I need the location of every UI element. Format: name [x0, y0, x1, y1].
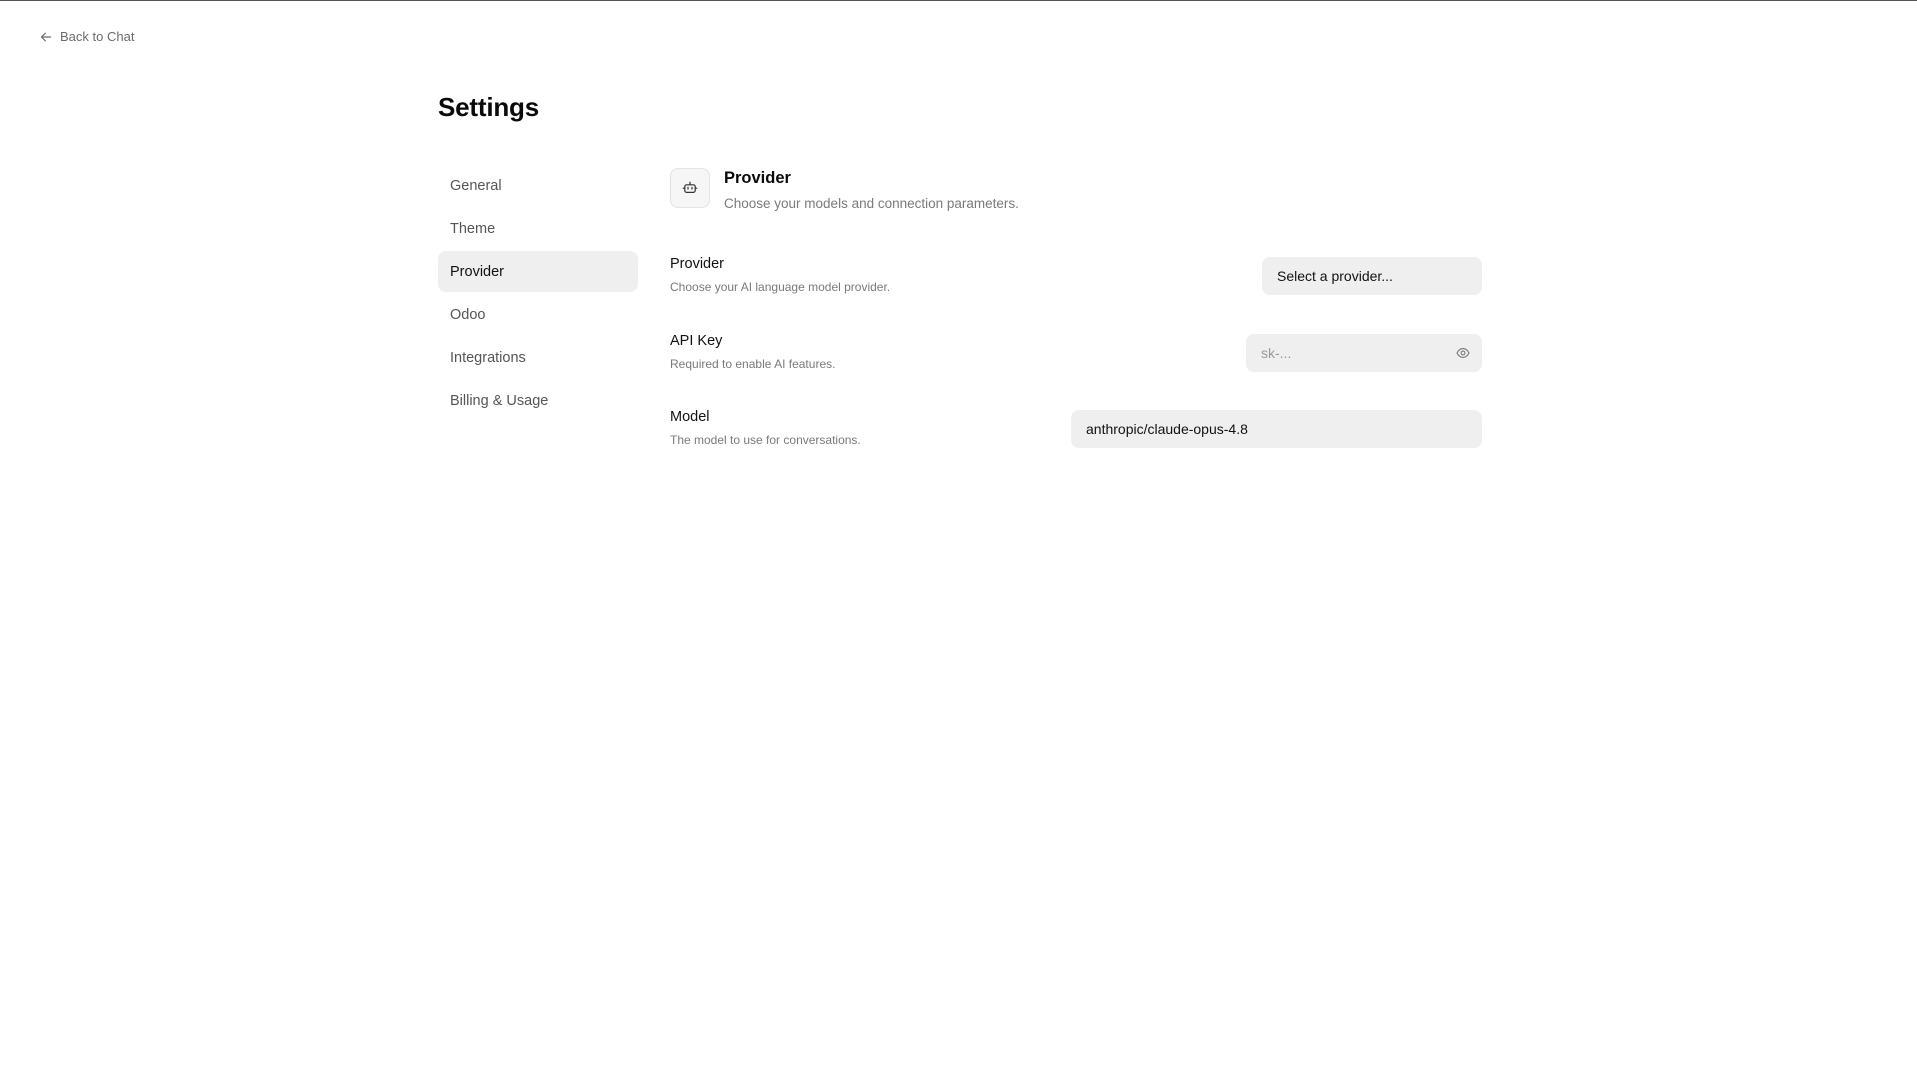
provider-field-row: Provider Choose your AI language model p… [670, 256, 1482, 302]
sidebar-item-billing-usage[interactable]: Billing & Usage [438, 380, 638, 421]
api-key-input[interactable]: sk-... [1246, 334, 1482, 372]
api-key-label: API Key [670, 333, 723, 349]
api-key-placeholder: sk-... [1261, 345, 1292, 361]
top-border [0, 0, 1917, 1]
model-input[interactable]: anthropic/claude-opus-4.8 [1071, 410, 1482, 448]
provider-help-text: Choose your AI language model provider. [670, 280, 891, 294]
sidebar-item-theme[interactable]: Theme [438, 208, 638, 249]
model-input-value: anthropic/claude-opus-4.8 [1086, 421, 1248, 437]
provider-section-header: Provider Choose your models and connecti… [670, 168, 1019, 211]
model-help-text: The model to use for conversations. [670, 433, 861, 447]
sidebar-item-general[interactable]: General [438, 165, 638, 206]
eye-icon[interactable] [1456, 346, 1470, 360]
model-field-row: Model The model to use for conversations… [670, 409, 1482, 455]
back-to-chat-label: Back to Chat [60, 29, 135, 44]
settings-sidebar: General Theme Provider Odoo Integrations… [438, 165, 638, 423]
api-key-help-text: Required to enable AI features. [670, 357, 836, 371]
arrow-left-icon [40, 32, 52, 41]
api-key-field-row: API Key Required to enable AI features. … [670, 333, 1482, 379]
page-title: Settings [438, 92, 539, 122]
section-description: Choose your models and connection parame… [724, 196, 1019, 211]
sidebar-item-odoo[interactable]: Odoo [438, 294, 638, 335]
sidebar-item-integrations[interactable]: Integrations [438, 337, 638, 378]
provider-select[interactable]: Select a provider... [1262, 257, 1482, 295]
model-label: Model [670, 409, 710, 425]
provider-select-value: Select a provider... [1277, 268, 1393, 284]
provider-label: Provider [670, 256, 724, 272]
section-title: Provider [724, 169, 791, 187]
bot-icon [670, 168, 710, 208]
back-to-chat-link[interactable]: Back to Chat [40, 29, 134, 44]
sidebar-item-provider[interactable]: Provider [438, 251, 638, 292]
